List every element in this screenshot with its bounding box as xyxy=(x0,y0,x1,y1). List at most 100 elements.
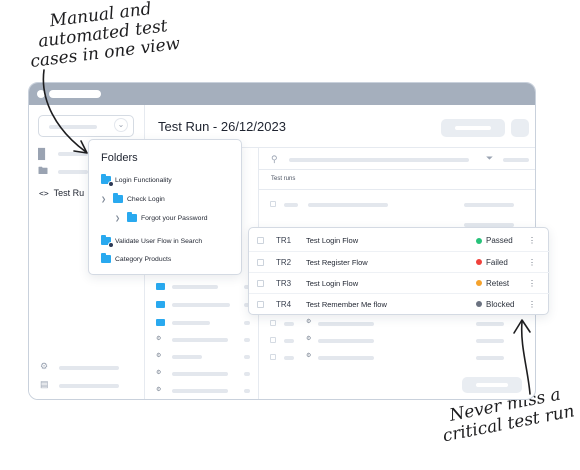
row-placeholder xyxy=(308,203,388,207)
gear-icon: ⚙ xyxy=(306,319,312,325)
test-run-row[interactable]: TR1 Test Login Flow Passed ⋮ xyxy=(249,230,550,251)
status-label: Passed xyxy=(486,236,513,245)
filter-icon[interactable]: ⏷ xyxy=(486,153,493,164)
status-label: Blocked xyxy=(486,299,515,309)
header-primary-button[interactable] xyxy=(441,119,505,137)
window-dot xyxy=(37,90,45,98)
more-vertical-icon[interactable]: ⋮ xyxy=(528,258,536,267)
folder-placeholder xyxy=(172,321,210,325)
chevron-right-icon[interactable]: ❯ xyxy=(101,196,113,203)
search-input[interactable] xyxy=(289,158,469,162)
row-checkbox[interactable] xyxy=(257,258,264,266)
folder-settings-icon xyxy=(101,174,114,187)
test-runs-popup: TR1 Test Login Flow Passed ⋮ TR2 Test Re… xyxy=(248,227,550,315)
row-placeholder xyxy=(476,356,504,360)
folder-item-label: Check Login xyxy=(127,195,165,203)
more-vertical-icon[interactable]: ⋮ xyxy=(528,300,536,309)
run-title: Test Login Flow xyxy=(306,278,359,288)
gear-icon: ⚙ xyxy=(306,336,312,342)
sidebar-item-analytics[interactable]: █​ xyxy=(38,147,88,161)
header-more-button[interactable] xyxy=(511,119,529,137)
filter-placeholder xyxy=(503,158,529,162)
folder-item-label: Forgot your Password xyxy=(141,214,208,222)
folder-placeholder xyxy=(172,355,202,359)
status-label: Retest xyxy=(486,278,510,288)
folder-item-forgot-password[interactable]: ❯ Forgot your Password xyxy=(115,212,208,224)
run-title: Test Login Flow xyxy=(306,236,359,245)
folders-title: Folders xyxy=(101,152,138,164)
button-label-placeholder xyxy=(455,126,491,130)
gear-icon: ⚙ xyxy=(306,353,312,359)
folder-item-label: Login Functionality xyxy=(115,176,172,184)
row-checkbox[interactable] xyxy=(257,300,264,308)
status-dot xyxy=(476,259,482,265)
project-select[interactable]: ⌄ xyxy=(38,115,134,137)
folder-item-login-functionality[interactable]: Login Functionality xyxy=(101,174,172,187)
folder-item-label: Validate User Flow in Search xyxy=(115,237,203,245)
chevron-right-icon[interactable]: ❯ xyxy=(115,215,127,222)
folder-icon xyxy=(101,253,111,263)
test-run-row[interactable]: TR3 Test Login Flow Retest ⋮ xyxy=(249,272,550,293)
row-placeholder xyxy=(476,322,504,326)
folder-icon xyxy=(156,319,165,326)
folder-icon xyxy=(127,212,137,222)
settings-icon[interactable]: ⚙ xyxy=(40,361,48,372)
folder-icon xyxy=(156,301,165,308)
sidebar-item-placeholder xyxy=(58,152,88,156)
button-label-placeholder xyxy=(476,383,508,387)
table-header: Test runs xyxy=(271,176,296,182)
row-checkbox[interactable] xyxy=(270,201,276,207)
folder-item-check-login[interactable]: ❯ Check Login xyxy=(101,193,165,205)
clipboard-icon[interactable]: ▤ xyxy=(40,379,49,390)
window-title-placeholder xyxy=(49,90,101,98)
row-placeholder xyxy=(284,339,294,343)
pagination-button[interactable] xyxy=(462,377,522,393)
run-id: TR3 xyxy=(276,278,292,288)
status-label: Failed xyxy=(486,257,508,267)
run-title: Test Remember Me flow xyxy=(306,299,387,309)
folder-count-placeholder xyxy=(244,338,250,342)
folder-item-validate-user-flow[interactable]: Validate User Flow in Search xyxy=(101,235,203,248)
more-vertical-icon[interactable]: ⋮ xyxy=(528,236,536,245)
gear-icon: ⚙ xyxy=(156,353,162,359)
row-checkbox[interactable] xyxy=(270,354,276,360)
sidebar-settings-placeholder xyxy=(59,366,119,370)
run-id: TR1 xyxy=(276,236,292,245)
gear-icon: ⚙ xyxy=(156,336,162,342)
run-id: TR4 xyxy=(276,299,292,309)
folder-outline-icon: 🖿 xyxy=(38,165,48,177)
folder-count-placeholder xyxy=(244,355,250,359)
row-placeholder xyxy=(318,339,374,343)
folder-placeholder xyxy=(172,303,230,307)
folder-placeholder xyxy=(172,285,218,289)
row-placeholder xyxy=(318,322,374,326)
sidebar-item-placeholder xyxy=(58,170,88,174)
row-placeholder xyxy=(284,322,294,326)
row-checkbox[interactable] xyxy=(270,320,276,326)
bar-chart-icon: █​ xyxy=(38,148,46,160)
row-checkbox[interactable] xyxy=(257,237,264,244)
folder-item-label: Category Products xyxy=(115,255,172,263)
more-vertical-icon[interactable]: ⋮ xyxy=(528,279,536,288)
row-placeholder xyxy=(318,356,374,360)
run-id: TR2 xyxy=(276,257,292,267)
folder-placeholder xyxy=(172,338,228,342)
gear-icon: ⚙ xyxy=(156,370,162,376)
code-icon: <> xyxy=(39,188,49,198)
folder-settings-icon xyxy=(101,235,114,248)
sidebar-item-folders[interactable]: 🖿 xyxy=(38,165,88,179)
row-checkbox[interactable] xyxy=(270,337,276,343)
page-title: Test Run - 26/12/2023 xyxy=(158,119,286,134)
table-header-divider xyxy=(258,189,535,190)
search-icon[interactable]: ⚲ xyxy=(271,154,278,165)
folder-item-category-products[interactable]: Category Products xyxy=(101,253,171,265)
row-checkbox[interactable] xyxy=(257,279,264,287)
folder-count-placeholder xyxy=(244,389,250,393)
test-run-row[interactable]: TR4 Test Remember Me flow Blocked ⋮ xyxy=(249,293,550,314)
sidebar-clipboard-placeholder xyxy=(59,384,119,388)
test-run-row[interactable]: TR2 Test Register Flow Failed ⋮ xyxy=(249,251,550,272)
project-select-placeholder xyxy=(49,125,97,129)
folder-placeholder xyxy=(172,389,228,393)
gear-icon: ⚙ xyxy=(156,387,162,393)
row-placeholder xyxy=(464,203,514,207)
